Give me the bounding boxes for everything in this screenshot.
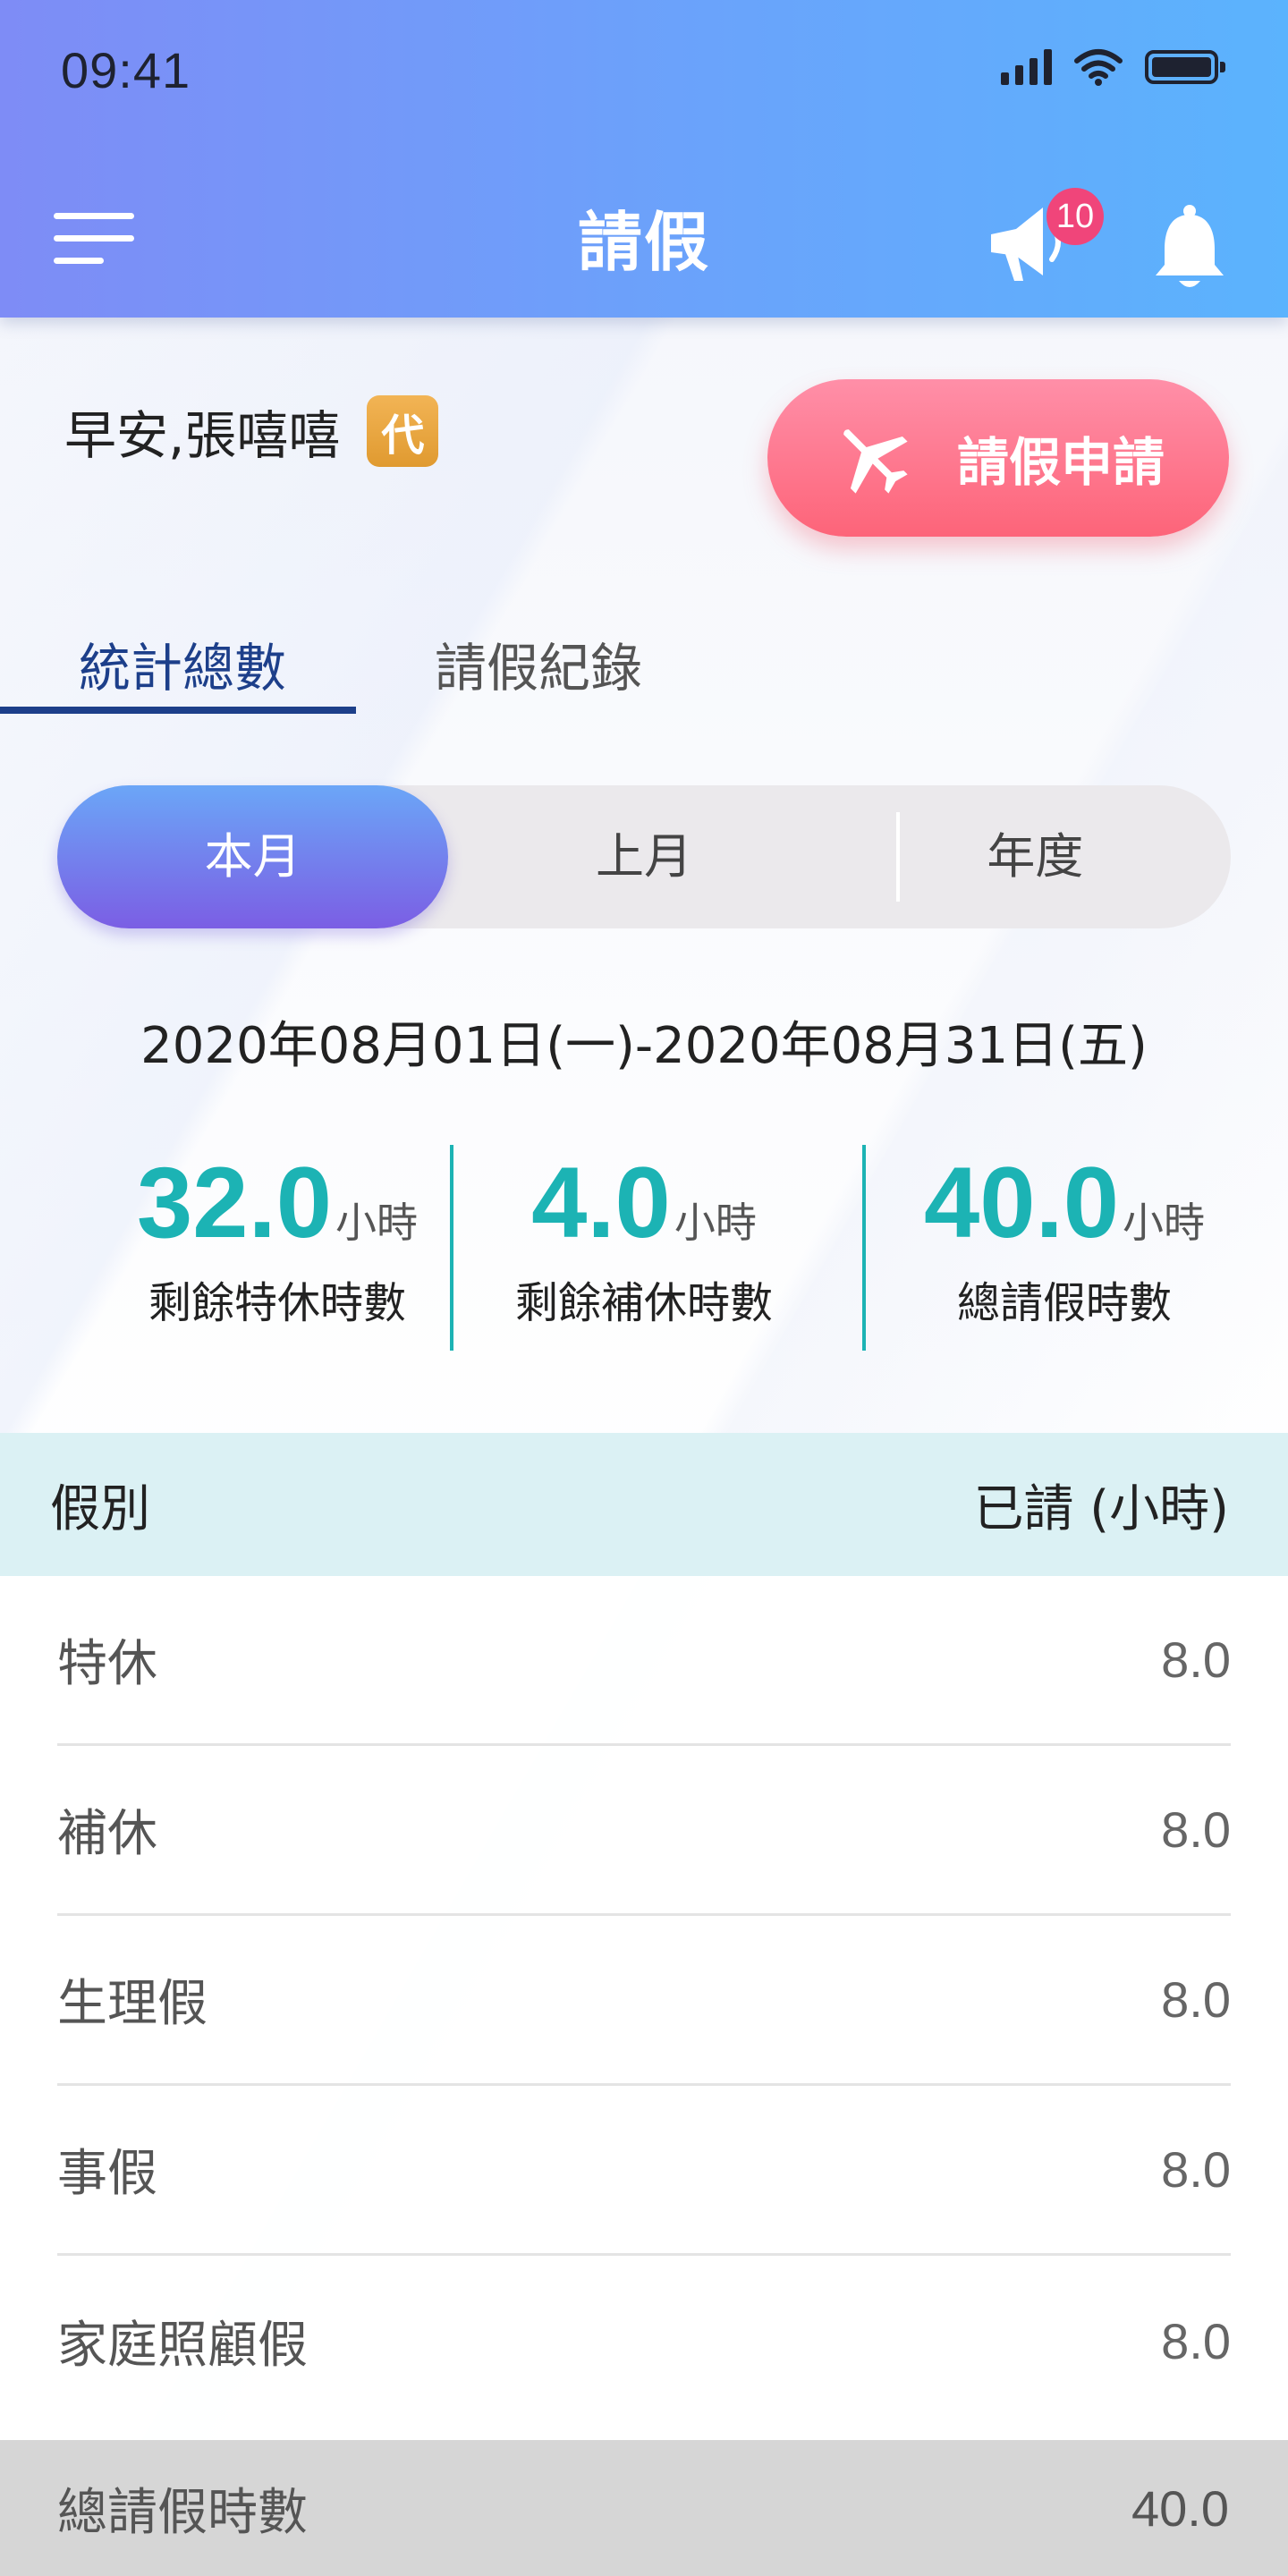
stat-value: 4.0 xyxy=(531,1147,671,1258)
stat-unit: 小時 xyxy=(1122,1199,1205,1247)
period-divider xyxy=(896,812,900,902)
leave-type: 生理假 xyxy=(57,1975,208,2033)
proxy-badge: 代 xyxy=(367,395,439,467)
table-row: 家庭照顧假 8.0 xyxy=(57,2256,1231,2426)
leave-type: 家庭照顧假 xyxy=(57,2316,308,2375)
bell-icon xyxy=(1156,205,1224,287)
stat-label: 剩餘特休時數 xyxy=(148,1278,406,1328)
stat-divider xyxy=(450,1145,453,1351)
stat-divider xyxy=(862,1145,866,1351)
column-hours-taken: 已請 (小時) xyxy=(973,1479,1230,1538)
stats-summary: 32.0小時 剩餘特休時數 4.0小時 剩餘補休時數 40.0小時 總請假時數 xyxy=(0,1145,1288,1351)
leave-apply-button[interactable]: 請假申請 xyxy=(767,379,1229,537)
stat-value: 32.0 xyxy=(137,1147,332,1258)
date-range: 2020年08月01日(一)-2020年08月31日(五) xyxy=(140,1017,1148,1075)
stat-unit: 小時 xyxy=(335,1199,418,1247)
app-header: 09:41 請假 10 xyxy=(0,0,1288,318)
leave-table: 特休 8.0 補休 8.0 生理假 8.0 事假 8.0 家庭照顧假 8.0 xyxy=(0,1576,1288,2426)
announcement-count-badge: 10 xyxy=(1046,188,1104,245)
leave-hours: 8.0 xyxy=(1161,1631,1231,1688)
status-time: 09:41 xyxy=(61,42,191,98)
tab-leave-records[interactable]: 請假紀錄 xyxy=(435,626,642,701)
leave-hours: 8.0 xyxy=(1161,2141,1231,2198)
total-value: 40.0 xyxy=(1131,2479,1229,2537)
table-row: 補休 8.0 xyxy=(57,1746,1231,1916)
leave-type: 補休 xyxy=(57,1805,157,1863)
table-row: 生理假 8.0 xyxy=(57,1916,1231,2086)
leave-hours: 8.0 xyxy=(1161,1801,1231,1858)
stat-label: 剩餘補休時數 xyxy=(514,1278,773,1328)
period-selector: 本月 上月 年度 xyxy=(57,785,1231,928)
table-total-row: 總請假時數 40.0 xyxy=(0,2440,1288,2576)
status-icons xyxy=(1001,48,1225,86)
period-option-last-month[interactable]: 上月 xyxy=(448,785,839,928)
tab-active-indicator xyxy=(0,707,356,714)
table-header: 假別 已請 (小時) xyxy=(0,1433,1288,1576)
greeting-text: 早安,張嘻嘻 xyxy=(64,405,341,466)
leave-apply-label: 請假申請 xyxy=(956,432,1165,493)
stat-remaining-annual: 32.0小時 剩餘特休時數 xyxy=(116,1145,438,1330)
total-label: 總請假時數 xyxy=(57,2483,308,2542)
leave-type: 事假 xyxy=(57,2145,157,2203)
table-row: 事假 8.0 xyxy=(57,2086,1231,2256)
table-row: 特休 8.0 xyxy=(57,1576,1231,1746)
tab-bar: 統計總數 請假紀錄 xyxy=(0,608,1288,716)
signal-icon xyxy=(1001,49,1052,85)
stat-total-leave: 40.0小時 總請假時數 xyxy=(894,1145,1234,1330)
period-option-this-month[interactable]: 本月 xyxy=(57,785,449,928)
stat-unit: 小時 xyxy=(674,1199,757,1247)
greeting: 早安,張嘻嘻 代 xyxy=(64,394,439,469)
wifi-icon xyxy=(1074,49,1123,86)
stat-value: 40.0 xyxy=(924,1147,1119,1258)
leave-type: 特休 xyxy=(57,1635,157,1693)
airplane-icon xyxy=(843,429,908,494)
battery-icon xyxy=(1145,50,1225,84)
tab-statistics[interactable]: 統計總數 xyxy=(79,626,286,701)
notification-button[interactable] xyxy=(1152,204,1227,293)
column-leave-type: 假別 xyxy=(50,1479,150,1538)
stat-label: 總請假時數 xyxy=(956,1278,1172,1328)
leave-hours: 8.0 xyxy=(1161,1971,1231,2028)
leave-hours: 8.0 xyxy=(1161,2312,1231,2369)
stat-remaining-comp: 4.0小時 剩餘補休時數 xyxy=(483,1145,805,1330)
